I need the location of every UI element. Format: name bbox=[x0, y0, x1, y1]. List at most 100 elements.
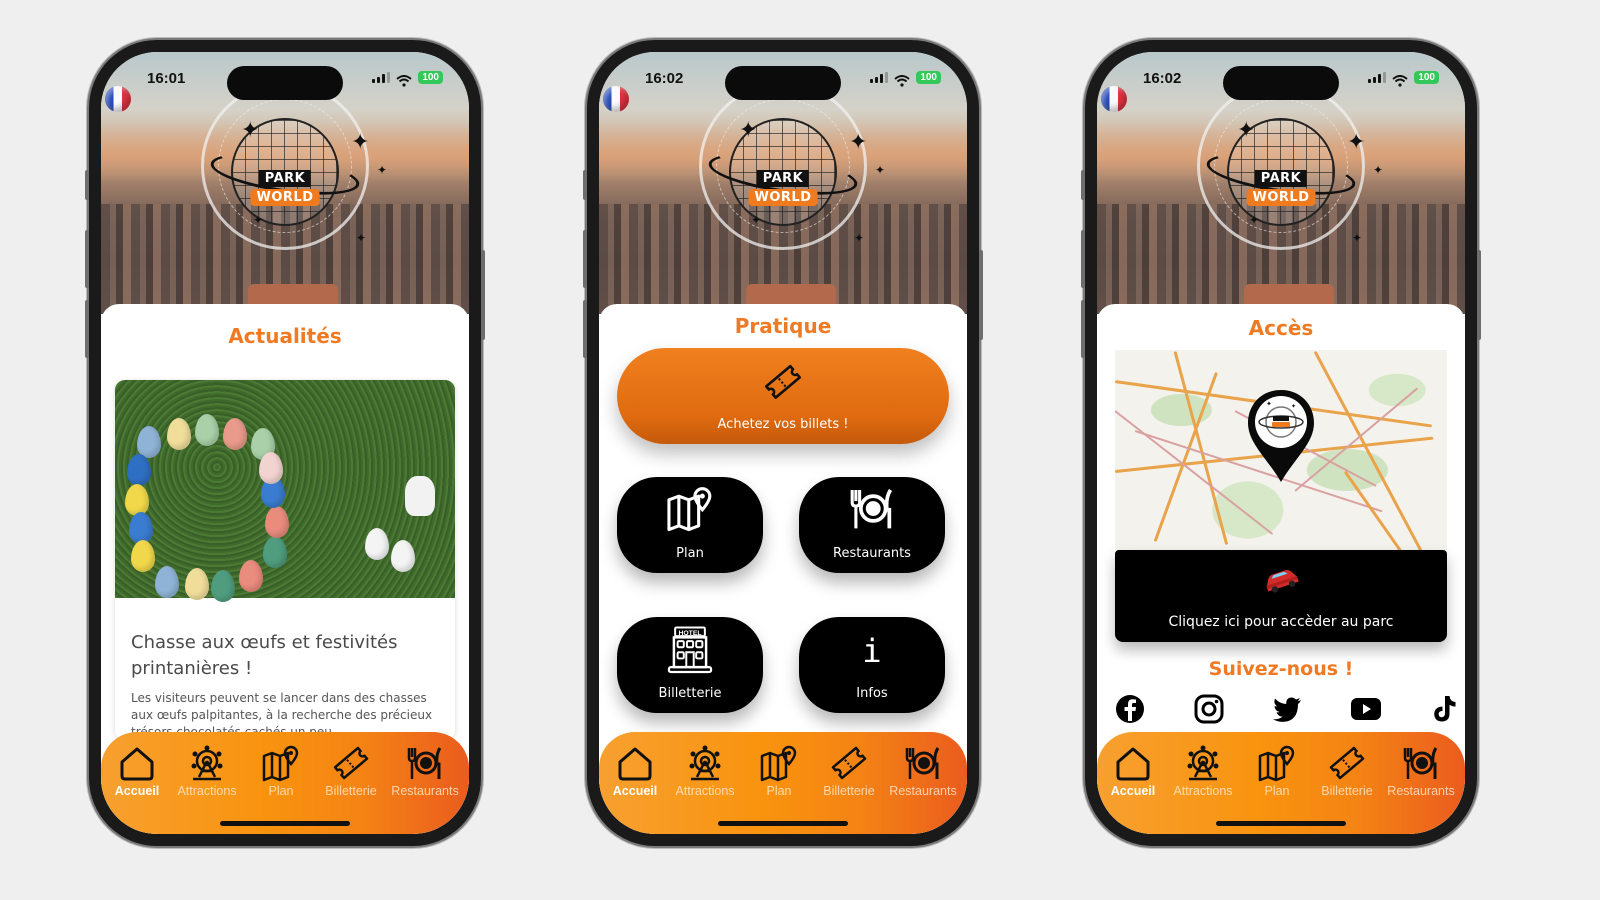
language-flag-fr[interactable] bbox=[105, 86, 131, 112]
dynamic-island bbox=[725, 66, 841, 100]
sparkle-icon: ✦ bbox=[751, 213, 762, 227]
bottom-tab-bar: Accueil Attractions Plan Billetterie Restaur… bbox=[1097, 732, 1465, 834]
tile-label: Restaurants bbox=[833, 546, 911, 561]
cellular-signal-icon bbox=[870, 72, 889, 83]
instagram-icon[interactable] bbox=[1192, 692, 1226, 726]
tile-plan[interactable]: Plan bbox=[617, 477, 763, 573]
sparkle-icon: ✦ bbox=[377, 163, 388, 177]
easter-egg bbox=[259, 452, 283, 484]
svg-text:✦: ✦ bbox=[1291, 403, 1296, 410]
logo-text-world: WORLD bbox=[250, 189, 320, 206]
tile-label: Infos bbox=[856, 686, 888, 701]
sparkle-icon: ✦ bbox=[849, 130, 868, 155]
tab-billetterie[interactable]: Billetterie bbox=[315, 744, 387, 798]
language-flag-fr[interactable] bbox=[1101, 86, 1127, 112]
language-flag-fr[interactable] bbox=[603, 86, 629, 112]
tile-billetterie[interactable]: HOTEL Billetterie bbox=[617, 617, 763, 713]
tab-label: Accueil bbox=[114, 784, 160, 798]
status-indicators: 100 bbox=[372, 71, 443, 87]
phone-side-button bbox=[1081, 300, 1085, 358]
tab-restaurants[interactable]: Restaurants bbox=[1385, 744, 1457, 798]
facebook-icon[interactable] bbox=[1113, 692, 1147, 726]
phone-screen: PARK WORLD ✦ ✦ ✦ ✦ ✦ 16:01 100 Actualités Chasse a… bbox=[101, 52, 469, 834]
phone-side-button bbox=[979, 250, 983, 340]
plate-cutlery-icon bbox=[846, 485, 898, 537]
phone-side-button bbox=[85, 300, 89, 358]
bunny-figurine bbox=[405, 476, 435, 516]
wifi-icon bbox=[1392, 72, 1408, 87]
easter-egg bbox=[365, 528, 389, 560]
sparkle-icon: ✦ bbox=[1347, 130, 1366, 155]
svg-text:✦: ✦ bbox=[1266, 400, 1272, 408]
wifi-icon bbox=[894, 72, 910, 87]
hotel-icon: HOTEL bbox=[664, 625, 716, 677]
tile-restaurants[interactable]: Restaurants bbox=[799, 477, 945, 573]
section-title: Accès bbox=[1248, 316, 1314, 340]
tab-accueil[interactable]: Accueil bbox=[101, 744, 173, 798]
section-title: Pratique bbox=[734, 314, 832, 338]
tab-plan[interactable]: Plan bbox=[1241, 744, 1313, 798]
phone-screen: PARK WORLD ✦ ✦ ✦ ✦ ✦ 16:02 100 Accès ✦ ✦ Cliquez ici… bbox=[1097, 52, 1465, 834]
news-card[interactable]: Chasse aux œufs et festivités printanièr… bbox=[115, 380, 455, 740]
buy-tickets-button[interactable]: Achetez vos billets ! bbox=[617, 348, 949, 444]
phone-side-button bbox=[1081, 230, 1085, 288]
status-time: 16:01 bbox=[147, 70, 186, 87]
easter-egg bbox=[167, 418, 191, 450]
phone-side-button bbox=[583, 230, 587, 288]
tab-attractions[interactable]: Attractions bbox=[171, 744, 243, 798]
easter-egg bbox=[263, 536, 287, 568]
tab-billetterie[interactable]: Billetterie bbox=[813, 744, 885, 798]
tile-label: Billetterie bbox=[658, 686, 722, 701]
access-map[interactable]: ✦ ✦ bbox=[1115, 350, 1447, 550]
phone-screen: PARK WORLD ✦ ✦ ✦ ✦ ✦ 16:02 100 Pratique Achetez vo… bbox=[599, 52, 967, 834]
tab-accueil[interactable]: Accueil bbox=[1097, 744, 1169, 798]
tab-restaurants[interactable]: Restaurants bbox=[887, 744, 959, 798]
map-pin-icon bbox=[664, 485, 716, 537]
easter-egg bbox=[195, 414, 219, 446]
phone-side-button bbox=[85, 170, 89, 200]
ticket-icon bbox=[813, 744, 885, 782]
easter-egg bbox=[131, 540, 155, 572]
access-park-button[interactable]: Cliquez ici pour accèder au parc bbox=[1115, 550, 1447, 642]
tab-label: Accueil bbox=[1110, 784, 1156, 798]
tab-label: Billetterie bbox=[1321, 784, 1373, 798]
park-location-pin[interactable]: ✦ ✦ bbox=[1245, 388, 1317, 484]
twitter-icon[interactable] bbox=[1270, 692, 1304, 726]
phone-frame: PARK WORLD ✦ ✦ ✦ ✦ ✦ 16:02 100 Accès ✦ ✦ Cliquez ici… bbox=[1081, 40, 1481, 846]
tab-attractions[interactable]: Attractions bbox=[1167, 744, 1239, 798]
tab-label: Attractions bbox=[675, 784, 735, 798]
sparkle-icon: ✦ bbox=[1373, 163, 1384, 177]
tab-attractions[interactable]: Attractions bbox=[669, 744, 741, 798]
phone-frame: PARK WORLD ✦ ✦ ✦ ✦ ✦ 16:02 100 Pratique Achetez vo… bbox=[583, 40, 983, 846]
map-road bbox=[1173, 351, 1229, 546]
youtube-icon[interactable] bbox=[1349, 692, 1383, 726]
tiktok-icon[interactable] bbox=[1427, 692, 1461, 726]
ferris-wheel-icon bbox=[1167, 744, 1239, 782]
logo-text-park: PARK bbox=[1254, 170, 1308, 187]
tab-label: Accueil bbox=[612, 784, 658, 798]
sparkle-icon: ✦ bbox=[739, 118, 758, 143]
ticket-icon bbox=[315, 744, 387, 782]
wifi-icon bbox=[396, 72, 412, 87]
sparkle-icon: ✦ bbox=[854, 231, 865, 245]
ferris-wheel-icon bbox=[171, 744, 243, 782]
tab-label: Attractions bbox=[177, 784, 237, 798]
tile-infos[interactable]: i Infos bbox=[799, 617, 945, 713]
logo-text-world: WORLD bbox=[748, 189, 818, 206]
bottom-tab-bar: Accueil Attractions Plan Billetterie Restaur… bbox=[599, 732, 967, 834]
sparkle-icon: ✦ bbox=[356, 231, 367, 245]
tab-billetterie[interactable]: Billetterie bbox=[1311, 744, 1383, 798]
battery-indicator: 100 bbox=[418, 71, 443, 84]
car-icon bbox=[1261, 564, 1301, 594]
tab-restaurants[interactable]: Restaurants bbox=[389, 744, 461, 798]
section-title: Actualités bbox=[228, 324, 342, 348]
buy-tickets-label: Achetez vos billets ! bbox=[717, 417, 849, 432]
map-road bbox=[1313, 350, 1429, 550]
tab-plan[interactable]: Plan bbox=[245, 744, 317, 798]
sparkle-icon: ✦ bbox=[1352, 231, 1363, 245]
tab-plan[interactable]: Plan bbox=[743, 744, 815, 798]
tab-accueil[interactable]: Accueil bbox=[599, 744, 671, 798]
home-icon bbox=[599, 744, 671, 782]
battery-indicator: 100 bbox=[1414, 71, 1439, 84]
home-icon bbox=[1097, 744, 1169, 782]
